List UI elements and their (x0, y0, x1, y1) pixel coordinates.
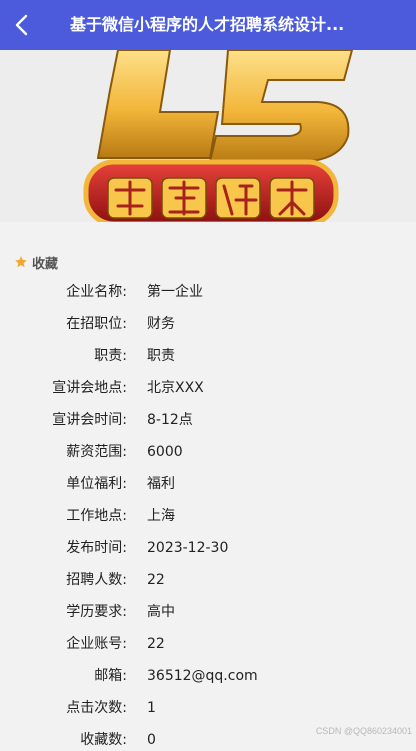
detail-value: 高中 (147, 604, 175, 620)
detail-value: 第一企业 (147, 284, 203, 300)
detail-value: 上海 (147, 508, 175, 524)
detail-label: 薪资范围: (66, 444, 127, 460)
favorite-label: 收藏 (32, 256, 59, 272)
favorite-button[interactable]: 收藏 (14, 253, 59, 272)
detail-label: 宣讲会时间: (52, 412, 127, 428)
watermark: CSDN @QQ860234001 (315, 726, 412, 736)
detail-row-work-location: 工作地点: 上海 (0, 505, 416, 527)
detail-label: 发布时间: (66, 540, 127, 556)
detail-row-position: 在招职位: 财务 (0, 313, 416, 335)
detail-value: 8-12点 (147, 412, 193, 428)
detail-row-click-count: 点击次数: 1 (0, 697, 416, 719)
detail-value: 职责 (147, 348, 175, 364)
detail-row-seminar-location: 宣讲会地点: 北京XXX (0, 377, 416, 399)
detail-row-email: 邮箱: 36512@qq.com (0, 665, 416, 687)
detail-value: 北京XXX (147, 380, 204, 396)
detail-label: 职责: (94, 348, 127, 364)
star-icon (15, 256, 27, 268)
detail-value: 福利 (147, 476, 175, 492)
detail-row-headcount: 招聘人数: 22 (0, 569, 416, 591)
detail-value: 6000 (147, 444, 183, 460)
detail-label: 学历要求: (66, 604, 127, 620)
detail-row-duties: 职责: 职责 (0, 345, 416, 367)
detail-value: 22 (147, 636, 165, 652)
detail-value: 36512@qq.com (147, 668, 258, 684)
detail-label: 在招职位: (66, 316, 127, 332)
detail-value: 22 (147, 572, 165, 588)
detail-label: 宣讲会地点: (52, 380, 127, 396)
detail-label: 企业账号: (66, 636, 127, 652)
detail-row-company-account: 企业账号: 22 (0, 633, 416, 655)
detail-row-publish-date: 发布时间: 2023-12-30 (0, 537, 416, 559)
detail-row-benefits: 单位福利: 福利 (0, 473, 416, 495)
detail-label: 企业名称: (66, 284, 127, 300)
detail-label: 点击次数: (66, 700, 127, 716)
detail-label: 收藏数: (80, 732, 127, 748)
detail-value: 2023-12-30 (147, 540, 229, 556)
detail-value: 1 (147, 700, 156, 716)
top-navigation-bar: 基于微信小程序的人才招聘系统设计... (0, 0, 416, 50)
detail-value: 0 (147, 732, 156, 748)
detail-label: 单位福利: (66, 476, 127, 492)
detail-value: 财务 (147, 316, 175, 332)
page-title: 基于微信小程序的人才招聘系统设计... (70, 15, 345, 34)
detail-row-company-name: 企业名称: 第一企业 (0, 281, 416, 303)
detail-row-salary-range: 薪资范围: 6000 (0, 441, 416, 463)
back-arrow-icon[interactable] (10, 12, 36, 38)
detail-label: 招聘人数: (66, 572, 127, 588)
detail-row-education: 学历要求: 高中 (0, 601, 416, 623)
detail-label: 邮箱: (94, 668, 127, 684)
detail-label: 工作地点: (66, 508, 127, 524)
banner-image (0, 50, 416, 222)
detail-row-seminar-time: 宣讲会时间: 8-12点 (0, 409, 416, 431)
banner-graphic (83, 50, 354, 222)
